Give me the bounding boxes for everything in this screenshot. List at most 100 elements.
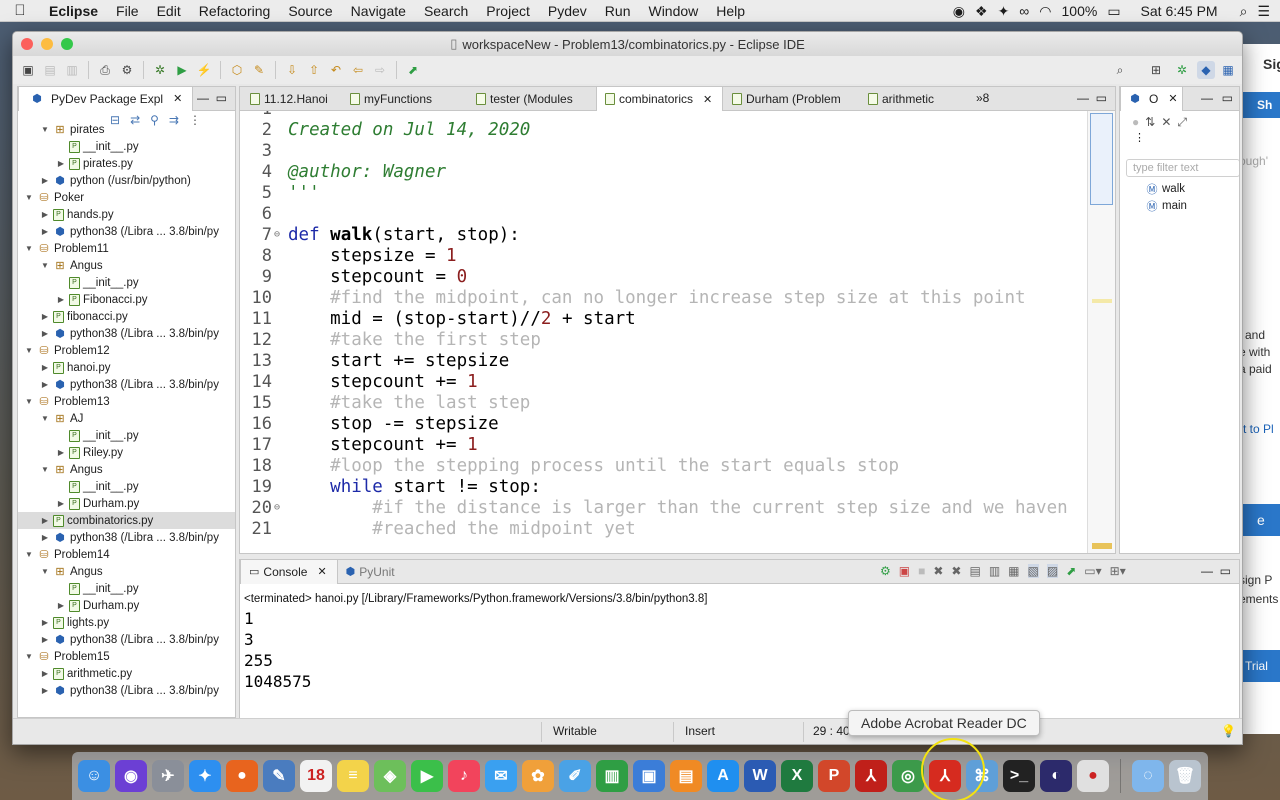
facetime-dock-icon[interactable]: ▶ xyxy=(411,760,443,792)
code-line[interactable]: 8 stepsize = 1 xyxy=(240,245,457,266)
editor-scrollbar-thumb[interactable] xyxy=(1090,113,1113,205)
run-icon[interactable]: ▶ xyxy=(173,61,191,79)
powerpoint-dock-icon[interactable]: P xyxy=(818,760,850,792)
tree-item[interactable]: ▶ Phands.py xyxy=(18,206,235,223)
code-line[interactable]: 18 #loop the stepping process until the … xyxy=(240,455,900,476)
record-status-icon[interactable]: ◉ xyxy=(953,3,965,20)
tree-item[interactable]: ▶ ⬢ python38 (/Libra ... 3.8/bin/py xyxy=(18,223,235,240)
code-line[interactable]: 13 start += stepsize xyxy=(240,350,510,371)
calendar-dock-icon[interactable]: 18 xyxy=(300,760,332,792)
menu-run[interactable]: Run xyxy=(596,3,640,19)
menu-source[interactable]: Source xyxy=(279,3,341,19)
sort-icon[interactable]: ⇅ xyxy=(1145,115,1155,130)
search-icon[interactable]: ⌕ xyxy=(1111,61,1129,79)
view-menu-icon[interactable]: ⋮ xyxy=(1134,131,1145,144)
warning-marker[interactable] xyxy=(1092,543,1112,549)
code-line[interactable]: 17 stepcount += 1 xyxy=(240,434,478,455)
code-line[interactable]: 2 Created on Jul 14, 2020 xyxy=(240,119,531,140)
open-type-icon[interactable]: ⬡ xyxy=(228,61,246,79)
code-line[interactable]: 3 xyxy=(240,140,288,161)
acrobat-dock-icon[interactable]: ⅄ xyxy=(855,760,887,792)
menu-edit[interactable]: Edit xyxy=(148,3,190,19)
collapsed-arrow-icon[interactable]: ▶ xyxy=(40,363,50,372)
expanded-arrow-icon[interactable]: ▼ xyxy=(40,414,50,423)
open-console-icon[interactable]: ⊞▾ xyxy=(1110,564,1126,578)
apple-menu-icon[interactable]:  xyxy=(0,2,40,19)
warning-marker[interactable] xyxy=(1092,299,1112,303)
remove-launch-icon[interactable]: ▣ xyxy=(899,564,910,578)
code-line[interactable]: 21 #reached the midpoint yet xyxy=(240,518,636,539)
tree-item[interactable]: ▼ ⊞ AJ xyxy=(18,410,235,427)
maximize-icon[interactable]: ▭ xyxy=(1096,91,1107,105)
lightbulb-icon[interactable]: 💡 xyxy=(1221,724,1236,738)
menu-navigate[interactable]: Navigate xyxy=(342,3,415,19)
maps-dock-icon[interactable]: ◈ xyxy=(374,760,406,792)
expanded-arrow-icon[interactable]: ▼ xyxy=(40,567,50,576)
last-edit-icon[interactable]: ↶ xyxy=(327,61,345,79)
trash-dock-icon[interactable]: 🗑 xyxy=(1169,760,1201,792)
pencil-icon[interactable]: ✎ xyxy=(250,61,268,79)
safari-dock-icon[interactable]: ✦ xyxy=(189,760,221,792)
clock[interactable]: Sat 6:45 PM xyxy=(1141,3,1218,19)
tree-item[interactable]: ▶ Ppirates.py xyxy=(18,155,235,172)
remove-all-terminated-icon[interactable]: ✖ xyxy=(951,564,961,578)
close-icon[interactable]: ✕ xyxy=(1168,92,1177,105)
tools-icon[interactable]: ✦ xyxy=(998,3,1010,20)
minimize-window-button[interactable] xyxy=(41,38,53,50)
tree-item[interactable]: ▼ ⊞ pirates xyxy=(18,121,235,138)
tree-item[interactable]: ▼ ⊞ Angus xyxy=(18,257,235,274)
prev-annotation-icon[interactable]: ⇧ xyxy=(305,61,323,79)
collapsed-arrow-icon[interactable]: ▶ xyxy=(40,686,50,695)
outline-item[interactable]: Ⓜ walk xyxy=(1142,183,1186,196)
code-line[interactable]: 14 stepcount += 1 xyxy=(240,371,478,392)
code-line[interactable]: 1⊖''' xyxy=(240,111,320,119)
expanded-arrow-icon[interactable]: ▼ xyxy=(24,193,34,202)
code-line[interactable]: 6 xyxy=(240,203,288,224)
chrome-dock-icon[interactable]: ◎ xyxy=(892,760,924,792)
editor-tab[interactable]: 11.12.Hanoi xyxy=(242,87,338,111)
word-wrap-icon[interactable]: ▦ xyxy=(1008,564,1019,578)
tree-item[interactable]: ▼ ⊞ Angus xyxy=(18,461,235,478)
maximize-icon[interactable]: ▭ xyxy=(1222,91,1233,105)
keynote-draw-dock-icon[interactable]: ✐ xyxy=(559,760,591,792)
tree-item[interactable]: P __init__.py xyxy=(18,580,235,597)
tree-item[interactable]: ▶ P Durham.py xyxy=(18,597,235,614)
tree-item[interactable]: ▼ ⛁ Poker xyxy=(18,189,235,206)
collapsed-arrow-icon[interactable]: ▶ xyxy=(56,448,66,457)
close-icon[interactable]: ✕ xyxy=(317,565,326,578)
tree-item-selected[interactable]: ▶ Pcombinatorics.py xyxy=(18,512,235,529)
menu-search[interactable]: Search xyxy=(415,3,477,19)
editor-overflow[interactable]: »8 xyxy=(976,91,989,105)
collapsed-arrow-icon[interactable]: ▶ xyxy=(56,601,66,610)
expanded-arrow-icon[interactable]: ▼ xyxy=(40,125,50,134)
word-dock-icon[interactable]: W xyxy=(744,760,776,792)
task-icon[interactable]: ⚙ xyxy=(118,61,136,79)
collapsed-arrow-icon[interactable]: ▶ xyxy=(40,329,50,338)
code-line[interactable]: 16 stop -= stepsize xyxy=(240,413,499,434)
recorder-dock-icon[interactable]: ● xyxy=(1077,760,1109,792)
perspective-pydev-icon[interactable]: ◆ xyxy=(1197,61,1215,79)
tree-item[interactable]: ▶ P Fibonacci.py xyxy=(18,291,235,308)
books-dock-icon[interactable]: ▤ xyxy=(670,760,702,792)
tree-item[interactable]: ▶ Pfibonacci.py xyxy=(18,308,235,325)
code-line[interactable]: 4 @author: Wagner xyxy=(240,161,446,182)
code-line[interactable]: 10 #find the midpoint, can no longer inc… xyxy=(240,287,1026,308)
dropbox-icon[interactable]: ❖ xyxy=(975,3,988,20)
tree-item[interactable]: P __init__.py xyxy=(18,138,235,155)
editor-tab[interactable]: myFunctions xyxy=(342,87,442,111)
print-icon[interactable]: ⎙ xyxy=(96,61,114,79)
tab-package-explorer[interactable]: ⬢ PyDev Package Expl ✕ xyxy=(18,87,194,111)
menu-project[interactable]: Project xyxy=(477,3,539,19)
tree-item[interactable]: ▼ ⊞ Angus xyxy=(18,563,235,580)
collapsed-arrow-icon[interactable]: ▶ xyxy=(40,516,50,525)
tree-item[interactable]: ▶ ⬢ python38 (/Libra ... 3.8/bin/py xyxy=(18,682,235,699)
editor-tab[interactable]: Durham (Problem xyxy=(724,87,851,111)
expanded-arrow-icon[interactable]: ▼ xyxy=(24,397,34,406)
terminal-dock-icon[interactable]: >_ xyxy=(1003,760,1035,792)
tab-outline[interactable]: ⬢ O ✕ xyxy=(1120,87,1183,111)
tree-item[interactable]: ▶ ⬢ python (/usr/bin/python) xyxy=(18,172,235,189)
preview-dock-icon[interactable]: ✎ xyxy=(263,760,295,792)
fold-toggle-icon[interactable]: ⊖ xyxy=(274,502,288,513)
expanded-arrow-icon[interactable]: ▼ xyxy=(24,346,34,355)
downloads-dock-icon[interactable]: ◌ xyxy=(1132,760,1164,792)
